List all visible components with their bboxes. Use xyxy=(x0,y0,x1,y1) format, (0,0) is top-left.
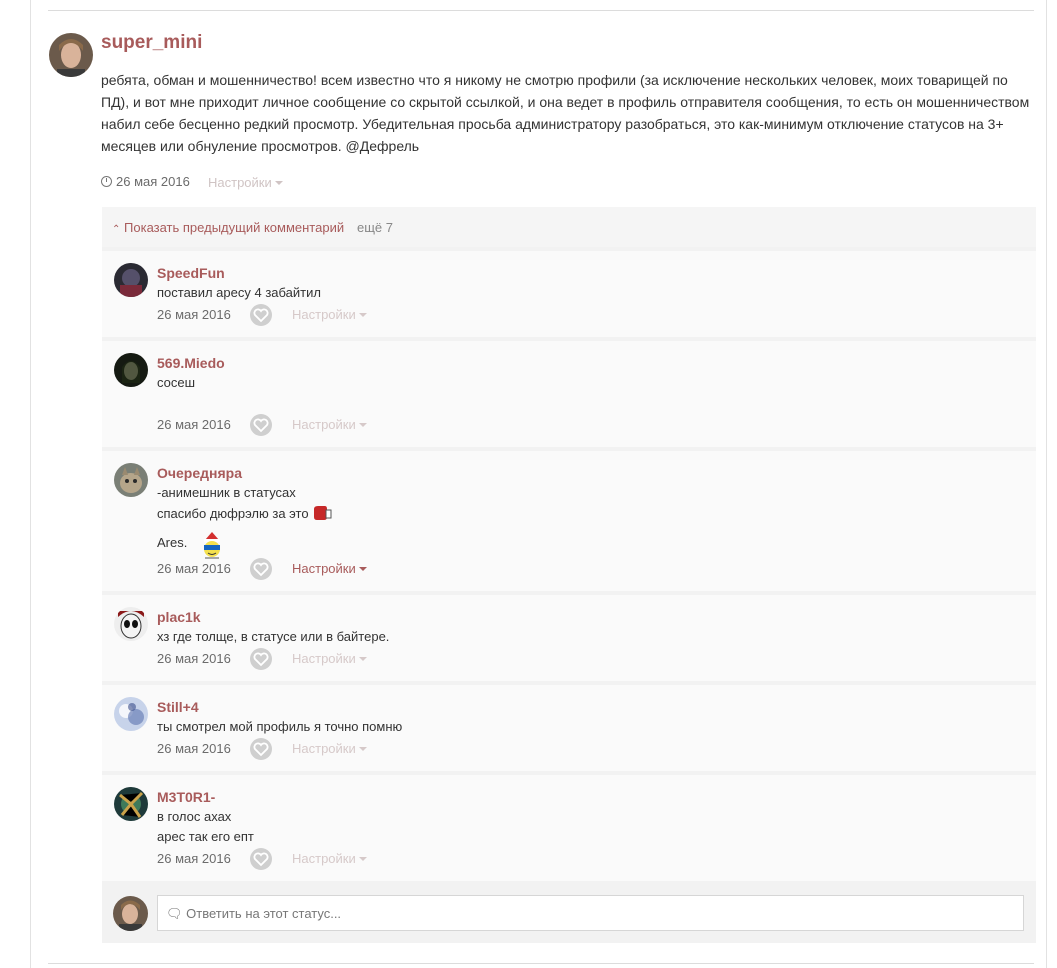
comment-avatar[interactable] xyxy=(114,697,148,731)
caret-down-icon xyxy=(358,657,367,661)
like-button[interactable] xyxy=(250,558,272,580)
comment-item: Still+4 ты смотрел мой профиль я точно п… xyxy=(102,685,1036,771)
comment-item: plac1k хз где толще, в статусе или в бай… xyxy=(102,595,1036,681)
caret-down-icon xyxy=(274,181,283,185)
reply-placeholder: Ответить на этот статус... xyxy=(186,906,342,921)
comment-text: хз где толще, в статусе или в байтере. xyxy=(157,629,390,644)
comment-author[interactable]: Очередняра xyxy=(157,465,242,481)
heart-icon xyxy=(253,852,269,867)
caret-down-icon xyxy=(358,313,367,317)
clock-icon xyxy=(101,176,112,187)
comment-avatar[interactable] xyxy=(114,607,148,641)
heart-icon xyxy=(253,308,269,323)
heart-icon xyxy=(253,562,269,577)
comment-item: M3T0R1- в голос ахах арес так его епт 26… xyxy=(102,775,1036,881)
comment-date[interactable]: 26 мая 2016 xyxy=(157,417,231,432)
comment-settings-label: Настройки xyxy=(292,741,356,756)
like-button[interactable] xyxy=(250,738,272,760)
heart-icon xyxy=(253,742,269,757)
comment-text: в голос ахах xyxy=(157,809,232,824)
bottom-divider xyxy=(48,963,1034,964)
glove-emoji-icon xyxy=(314,506,332,520)
speech-bubble-icon: 🗨︎ xyxy=(166,906,183,921)
comment-text: спасибо дюфрэлю за это xyxy=(157,506,309,521)
comment-settings-menu[interactable]: Настройки xyxy=(292,741,367,756)
comment-settings-label: Настройки xyxy=(292,561,356,576)
comment-text: сосеш xyxy=(157,375,196,390)
comment-item: Очередняра -анимешник в статусах спасибо… xyxy=(102,451,1036,591)
show-previous-count: ещё 7 xyxy=(357,220,393,235)
left-border xyxy=(30,0,31,968)
like-button[interactable] xyxy=(250,848,272,870)
comment-settings-menu[interactable]: Настройки xyxy=(292,561,367,576)
show-previous-label: Показать предыдущий комментарий xyxy=(124,220,345,235)
comment-item: SpeedFun поставил аресу 4 забайтил 26 ма… xyxy=(102,251,1036,337)
comment-date[interactable]: 26 мая 2016 xyxy=(157,307,231,322)
comment-date[interactable]: 26 мая 2016 xyxy=(157,561,231,576)
caret-down-icon xyxy=(358,747,367,751)
current-user-avatar xyxy=(113,896,148,931)
post-author-avatar[interactable] xyxy=(49,33,93,77)
post-settings-menu[interactable]: Настройки xyxy=(208,175,283,190)
post-date-text: 26 мая 2016 xyxy=(116,174,190,189)
comment-author[interactable]: SpeedFun xyxy=(157,265,225,281)
comment-text-line: спасибо дюфрэлю за это xyxy=(157,505,332,521)
comment-settings-menu[interactable]: Настройки xyxy=(292,851,367,866)
comment-settings-menu[interactable]: Настройки xyxy=(292,417,367,432)
comment-author[interactable]: Still+4 xyxy=(157,699,199,715)
comment-avatar[interactable] xyxy=(114,787,148,821)
comment-text: ты смотрел мой профиль я точно помню xyxy=(157,719,403,734)
comment-date[interactable]: 26 мая 2016 xyxy=(157,651,231,666)
comment-item: 569.Miedo сосеш 26 мая 2016 Настройки xyxy=(102,341,1036,447)
comment-settings-label: Настройки xyxy=(292,651,356,666)
comment-settings-menu[interactable]: Настройки xyxy=(292,651,367,666)
comment-settings-label: Настройки xyxy=(292,417,356,432)
comment-author[interactable]: 569.Miedo xyxy=(157,355,225,371)
caret-down-icon xyxy=(358,567,367,571)
comment-text: Ares. xyxy=(157,535,188,550)
show-previous-link[interactable]: ⌃ Показать предыдущий комментарий xyxy=(112,220,344,235)
like-button[interactable] xyxy=(250,648,272,670)
right-border xyxy=(1046,0,1047,968)
chevron-up-icon: ⌃ xyxy=(112,224,121,235)
comment-author[interactable]: plac1k xyxy=(157,609,201,625)
like-button[interactable] xyxy=(250,304,272,326)
comment-text: -анимешник в статусах xyxy=(157,485,296,500)
comment-settings-label: Настройки xyxy=(292,851,356,866)
caret-down-icon xyxy=(358,857,367,861)
reply-input[interactable]: 🗨︎ Ответить на этот статус... xyxy=(157,895,1024,931)
like-button[interactable] xyxy=(250,414,272,436)
post-settings-label: Настройки xyxy=(208,175,272,190)
comment-text: арес так его епт xyxy=(157,829,254,844)
post-date[interactable]: 26 мая 2016 xyxy=(101,174,190,189)
heart-icon xyxy=(253,418,269,433)
comment-avatar[interactable] xyxy=(114,463,148,497)
comment-settings-menu[interactable]: Настройки xyxy=(292,307,367,322)
comment-date[interactable]: 26 мая 2016 xyxy=(157,741,231,756)
post-author-name[interactable]: super_mini xyxy=(101,32,202,54)
comment-avatar[interactable] xyxy=(114,263,148,297)
top-divider xyxy=(48,10,1034,11)
comment-date[interactable]: 26 мая 2016 xyxy=(157,851,231,866)
heart-icon xyxy=(253,652,269,667)
comment-settings-label: Настройки xyxy=(292,307,356,322)
smiley-sunglasses-emoji-icon xyxy=(203,532,220,559)
comment-text: поставил аресу 4 забайтил xyxy=(157,285,321,300)
comment-text-line: Ares. xyxy=(157,531,227,561)
comment-avatar[interactable] xyxy=(114,353,148,387)
comment-author[interactable]: M3T0R1- xyxy=(157,789,215,805)
caret-down-icon xyxy=(358,423,367,427)
show-previous-comments[interactable]: ⌃ Показать предыдущий комментарий ещё 7 xyxy=(102,207,1036,247)
post-text: ребята, обман и мошенничество! всем изве… xyxy=(101,72,1030,154)
